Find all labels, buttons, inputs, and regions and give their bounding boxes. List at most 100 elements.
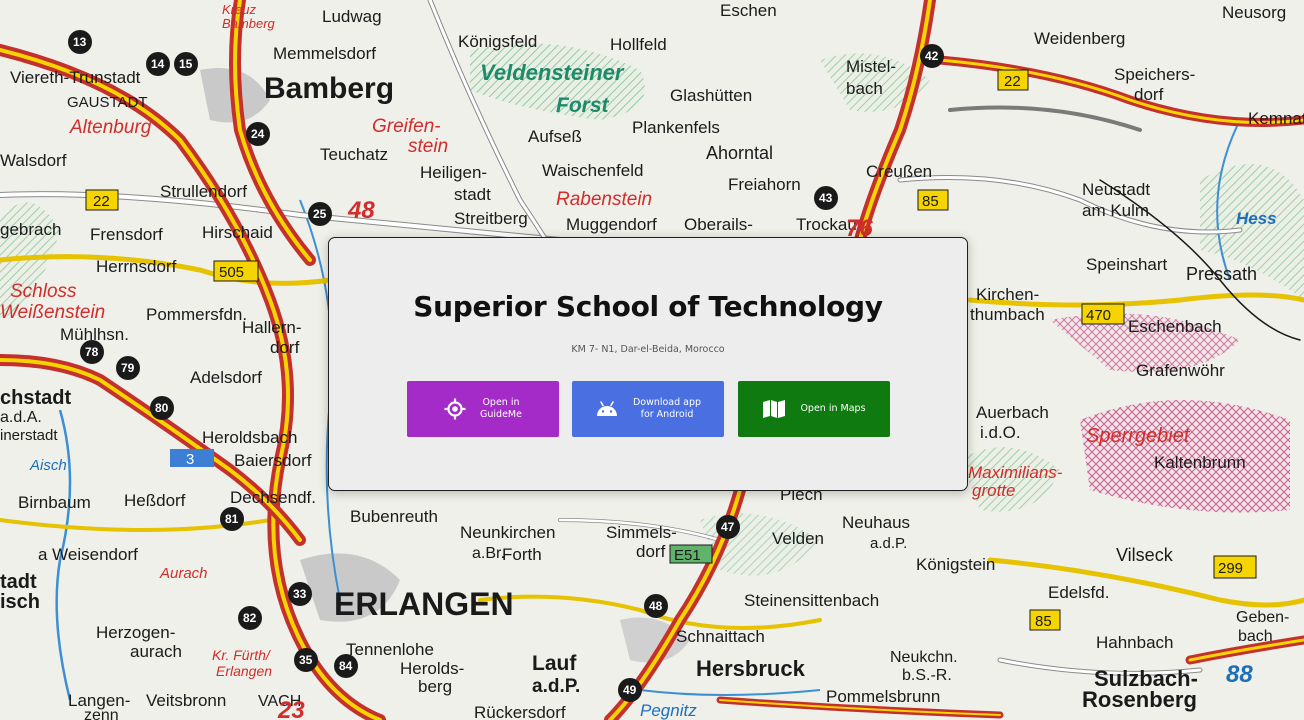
svg-text:Rabenstein: Rabenstein xyxy=(556,189,652,210)
svg-text:Memmelsdorf: Memmelsdorf xyxy=(273,44,376,63)
svg-text:a.d.P.: a.d.P. xyxy=(870,535,907,552)
svg-text:Plankenfels: Plankenfels xyxy=(632,118,720,137)
svg-text:Bubenreuth: Bubenreuth xyxy=(350,507,438,526)
svg-text:Weißenstein: Weißenstein xyxy=(0,302,105,323)
svg-text:Aisch: Aisch xyxy=(29,457,67,474)
svg-text:22: 22 xyxy=(93,193,110,210)
svg-text:berg: berg xyxy=(418,677,452,696)
download-android-app-button[interactable]: Download app for Android xyxy=(572,381,724,437)
svg-text:bach: bach xyxy=(1238,628,1273,645)
svg-text:Greifen-: Greifen- xyxy=(372,116,441,137)
page: Ludwag Kreuz Bamberg Königsfeld Hollfeld… xyxy=(0,0,1304,720)
svg-text:42: 42 xyxy=(925,49,939,63)
svg-text:aurach: aurach xyxy=(130,642,182,661)
svg-text:Vilseck: Vilseck xyxy=(1116,545,1174,565)
svg-text:b.S.-R.: b.S.-R. xyxy=(902,667,952,684)
svg-text:13: 13 xyxy=(73,35,87,49)
svg-text:Hersbruck: Hersbruck xyxy=(696,656,806,681)
svg-text:Neukchn.: Neukchn. xyxy=(890,649,958,666)
svg-text:tadt: tadt xyxy=(0,571,37,593)
svg-text:Tennenlohe: Tennenlohe xyxy=(346,640,434,659)
svg-text:Neustadt: Neustadt xyxy=(1082,180,1150,199)
svg-text:Streitberg: Streitberg xyxy=(454,209,528,228)
svg-text:Hahnbach: Hahnbach xyxy=(1096,633,1174,652)
location-address: KM 7- N1, Dar-el-Beida, Morocco xyxy=(571,344,725,355)
svg-text:85: 85 xyxy=(922,193,939,210)
svg-text:Maximilians-: Maximilians- xyxy=(968,463,1063,482)
svg-text:78: 78 xyxy=(85,345,99,359)
svg-text:505: 505 xyxy=(219,264,244,281)
android-icon xyxy=(596,401,617,416)
svg-text:Königsfeld: Königsfeld xyxy=(458,32,537,51)
svg-text:25: 25 xyxy=(313,207,327,221)
svg-text:23: 23 xyxy=(277,697,305,720)
svg-text:35: 35 xyxy=(299,653,313,667)
svg-text:Pressath: Pressath xyxy=(1186,264,1257,284)
svg-text:Steinensittenbach: Steinensittenbach xyxy=(744,591,879,610)
svg-text:Schnaittach: Schnaittach xyxy=(676,627,765,646)
svg-text:47: 47 xyxy=(721,520,735,534)
svg-text:Velden: Velden xyxy=(772,529,824,548)
svg-text:Altenburg: Altenburg xyxy=(69,117,152,138)
svg-text:48: 48 xyxy=(649,599,663,613)
svg-text:79: 79 xyxy=(121,361,135,375)
svg-text:i.d.O.: i.d.O. xyxy=(980,423,1021,442)
svg-text:Hollfeld: Hollfeld xyxy=(610,35,667,54)
download-android-app-label: Download app for Android xyxy=(632,397,702,420)
svg-text:Pommersfdn.: Pommersfdn. xyxy=(146,305,247,324)
svg-text:Geben-: Geben- xyxy=(1236,609,1289,626)
svg-text:Pommelsbrunn: Pommelsbrunn xyxy=(826,687,940,706)
svg-text:22: 22 xyxy=(1004,73,1021,90)
svg-text:Auerbach: Auerbach xyxy=(976,403,1049,422)
svg-text:Freiahorn: Freiahorn xyxy=(728,175,801,194)
svg-text:Edelsfd.: Edelsfd. xyxy=(1048,583,1109,602)
svg-text:Baiersdorf: Baiersdorf xyxy=(234,451,312,470)
svg-text:48: 48 xyxy=(347,197,375,224)
svg-text:Weidenberg: Weidenberg xyxy=(1034,29,1125,48)
svg-text:299: 299 xyxy=(1218,560,1243,577)
svg-text:Erlangen: Erlangen xyxy=(216,663,272,679)
svg-text:a.Br.: a.Br. xyxy=(472,545,505,562)
map-icon xyxy=(763,400,786,418)
svg-text:Sperrgebiet: Sperrgebiet xyxy=(1086,425,1191,447)
svg-text:am Kulm: am Kulm xyxy=(1082,201,1149,220)
svg-text:Speinshart: Speinshart xyxy=(1086,255,1168,274)
open-in-guideme-button[interactable]: Open in GuideMe xyxy=(407,381,559,437)
svg-text:Neusorg: Neusorg xyxy=(1222,3,1286,22)
open-in-maps-button[interactable]: Open in Maps xyxy=(738,381,890,437)
svg-text:Heroldsbach: Heroldsbach xyxy=(202,428,297,447)
svg-text:bach: bach xyxy=(846,79,883,98)
svg-text:Teuchatz: Teuchatz xyxy=(320,145,388,164)
svg-text:inerstadt: inerstadt xyxy=(0,427,58,444)
svg-text:85: 85 xyxy=(1035,613,1052,630)
svg-text:Eschenbach: Eschenbach xyxy=(1128,317,1222,336)
svg-text:Ahorntal: Ahorntal xyxy=(706,143,773,163)
svg-text:Kreuz: Kreuz xyxy=(222,2,256,17)
svg-text:dorf: dorf xyxy=(1134,85,1164,104)
svg-text:Rückersdorf: Rückersdorf xyxy=(474,703,566,720)
svg-text:Glashütten: Glashütten xyxy=(670,86,752,105)
svg-text:Waischenfeld: Waischenfeld xyxy=(542,161,643,180)
svg-text:stein: stein xyxy=(408,136,448,157)
svg-text:Creußen: Creußen xyxy=(866,162,932,181)
svg-text:GAUSTADT: GAUSTADT xyxy=(67,94,148,111)
svg-text:Mistel-: Mistel- xyxy=(846,57,896,76)
open-in-guideme-label: Open in GuideMe xyxy=(480,397,522,420)
svg-text:zenn: zenn xyxy=(84,707,119,720)
location-title: Superior School of Technology xyxy=(413,290,883,323)
svg-text:Frensdorf: Frensdorf xyxy=(90,225,163,244)
svg-text:E51: E51 xyxy=(674,547,701,564)
svg-text:Forst: Forst xyxy=(556,94,610,117)
svg-text:a.d.A.: a.d.A. xyxy=(0,409,42,426)
svg-text:24: 24 xyxy=(251,127,265,141)
svg-text:Muggendorf: Muggendorf xyxy=(566,215,657,234)
svg-text:Herzogen-: Herzogen- xyxy=(96,623,175,642)
svg-text:80: 80 xyxy=(155,401,169,415)
open-in-maps-label: Open in Maps xyxy=(800,403,866,414)
svg-text:Lauf: Lauf xyxy=(532,652,577,675)
svg-text:Bamberg: Bamberg xyxy=(222,16,276,31)
svg-text:Kirchen-: Kirchen- xyxy=(976,285,1039,304)
svg-text:Heiligen-: Heiligen- xyxy=(420,163,487,182)
svg-text:thumbach: thumbach xyxy=(970,305,1045,324)
svg-text:Neunkirchen: Neunkirchen xyxy=(460,523,555,542)
